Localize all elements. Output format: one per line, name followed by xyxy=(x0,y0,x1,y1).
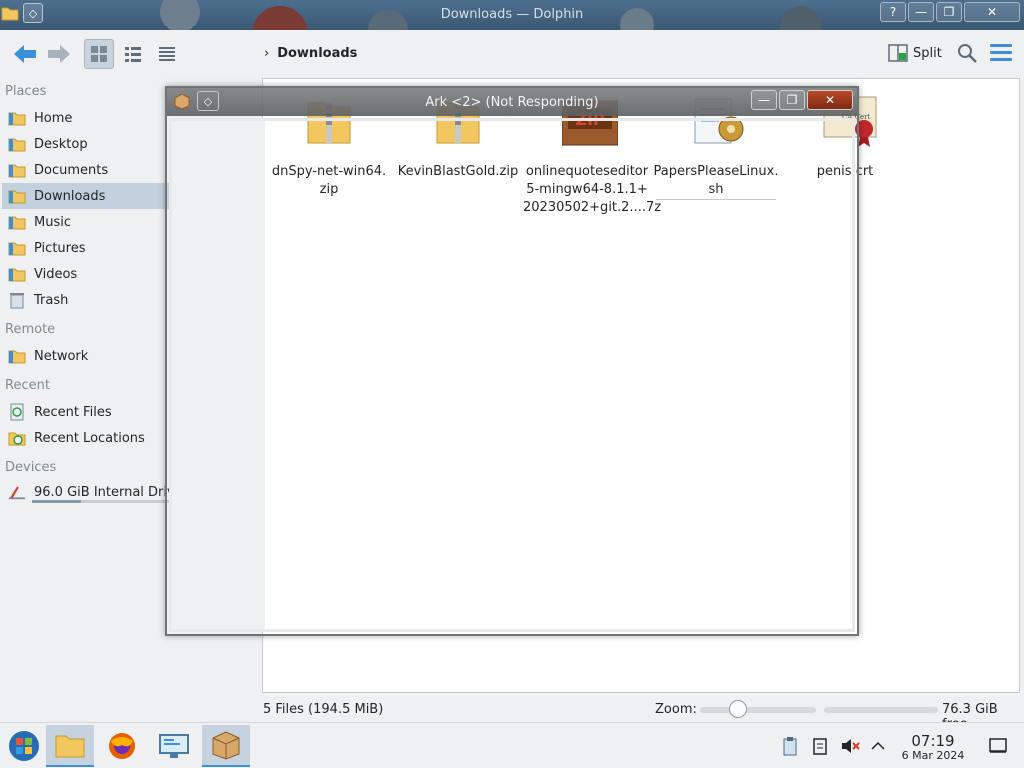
maximize-button[interactable]: ❐ xyxy=(936,2,962,22)
system-tray-expander[interactable] xyxy=(868,736,888,756)
clock-date[interactable]: 6 Mar 2024 xyxy=(894,749,972,762)
recent-locations-icon xyxy=(8,429,26,447)
ark-maximize-button[interactable]: ❐ xyxy=(779,90,805,110)
grid-view-icon xyxy=(91,46,107,62)
breadcrumb[interactable]: › Downloads xyxy=(264,46,357,61)
application-launcher[interactable] xyxy=(0,725,48,767)
settings-monitor-icon xyxy=(159,734,189,758)
clock-time[interactable]: 07:19 xyxy=(906,732,960,750)
free-space-bar xyxy=(824,707,938,713)
downloads-folder-icon xyxy=(8,187,26,205)
close-button[interactable]: ✕ xyxy=(964,2,1020,22)
ark-window[interactable]: ◇ Ark <2> (Not Responding) — ❐ ✕ xyxy=(165,86,859,636)
volume-tray[interactable] xyxy=(840,736,860,756)
videos-folder-icon xyxy=(8,265,26,283)
devices-title: Devices xyxy=(5,460,57,475)
details-list-icon xyxy=(159,47,175,61)
chevron-up-icon xyxy=(871,741,885,750)
status-bar: 5 Files (194.5 MiB) Zoom: 76.3 GiB free xyxy=(0,698,1024,732)
hard-drive-icon xyxy=(8,483,26,501)
clipboard-tray[interactable] xyxy=(780,736,800,756)
home-folder-icon xyxy=(8,109,26,127)
main-toolbar: › Downloads Split xyxy=(0,30,1024,78)
desktop-folder-icon xyxy=(8,135,26,153)
recent-title: Recent xyxy=(5,378,50,393)
recent-files-icon xyxy=(8,403,26,421)
arrow-right-icon xyxy=(48,45,70,63)
zoom-label: Zoom: xyxy=(655,702,697,717)
pictures-folder-icon xyxy=(8,239,26,257)
search-icon xyxy=(958,44,977,63)
network-folder-icon xyxy=(8,347,26,365)
minimize-button[interactable]: — xyxy=(908,2,934,22)
clipboard-icon xyxy=(783,737,797,756)
split-label: Split xyxy=(913,45,942,61)
forward-button[interactable] xyxy=(42,39,76,69)
task-system-settings[interactable] xyxy=(150,725,198,767)
documents-folder-icon xyxy=(8,161,26,179)
window-titlebar[interactable]: ◇ Downloads — Dolphin ? — ❐ ✕ xyxy=(0,0,1024,30)
zoom-slider[interactable] xyxy=(700,707,816,713)
arrow-left-icon xyxy=(14,45,36,63)
taskbar: 07:19 6 Mar 2024 xyxy=(0,722,1024,768)
status-text: 5 Files (194.5 MiB) xyxy=(263,702,384,717)
remote-title: Remote xyxy=(5,322,56,337)
help-button[interactable]: ? xyxy=(880,2,906,22)
firefox-icon xyxy=(109,733,135,759)
task-firefox[interactable] xyxy=(98,725,146,767)
split-view-icon xyxy=(888,44,908,62)
places-title: Places xyxy=(5,84,47,99)
hamburger-menu-button[interactable] xyxy=(990,44,1012,62)
folder-icon xyxy=(55,735,85,758)
split-button[interactable]: Split xyxy=(888,44,942,62)
ark-close-button[interactable]: ✕ xyxy=(807,90,853,110)
start-menu-icon xyxy=(9,731,39,761)
ark-archive-icon xyxy=(212,731,240,760)
chevron-right-icon: › xyxy=(264,46,270,61)
trash-icon xyxy=(8,291,26,309)
ark-titlebar[interactable]: ◇ Ark <2> (Not Responding) — ❐ ✕ xyxy=(167,88,857,116)
task-ark[interactable] xyxy=(202,725,250,767)
compact-view-button[interactable] xyxy=(118,39,148,69)
search-button[interactable] xyxy=(956,42,978,64)
show-desktop-button[interactable] xyxy=(988,736,1008,756)
details-view-button[interactable] xyxy=(152,39,182,69)
volume-muted-icon xyxy=(842,739,860,753)
back-button[interactable] xyxy=(8,39,42,69)
breadcrumb-downloads[interactable]: Downloads xyxy=(277,46,357,61)
show-desktop-icon xyxy=(989,738,1007,753)
compact-list-icon xyxy=(125,47,141,62)
notes-tray[interactable] xyxy=(810,736,830,756)
notes-icon xyxy=(813,738,827,755)
menu-icon xyxy=(990,44,1012,47)
icons-view-button[interactable] xyxy=(84,39,114,69)
music-folder-icon xyxy=(8,213,26,231)
ark-minimize-button[interactable]: — xyxy=(751,90,777,110)
zoom-slider-handle[interactable] xyxy=(729,700,748,718)
task-dolphin[interactable] xyxy=(46,725,94,767)
ark-window-frame xyxy=(169,118,855,632)
window-title: Downloads — Dolphin xyxy=(440,7,584,22)
